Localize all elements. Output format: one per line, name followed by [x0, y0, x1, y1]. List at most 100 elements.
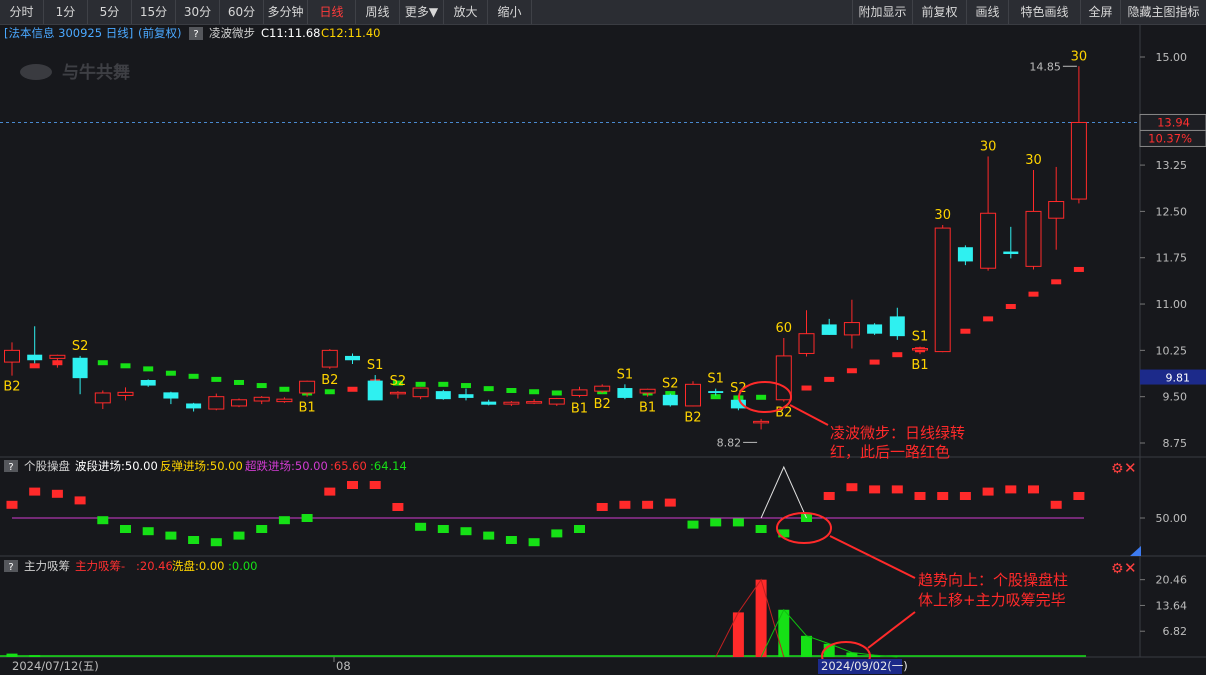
pane2-bar — [869, 485, 881, 494]
pane2-bar — [619, 500, 631, 509]
time-axis-start: 2024/07/12(五) — [12, 659, 99, 673]
pane2-bar — [664, 498, 676, 507]
pane2-gear-icon[interactable]: ⚙ — [1111, 461, 1124, 477]
pane3-bar — [29, 655, 41, 657]
stock-title: [法本信息 300925 日线] — [4, 26, 133, 40]
annotation-lower-line1: 趋势向上：个股操盘柱 — [918, 571, 1068, 589]
candle-body — [186, 403, 202, 409]
pane2-bar — [233, 531, 245, 540]
candle-body — [912, 348, 928, 351]
candle-body — [843, 322, 860, 336]
candle-body — [867, 324, 883, 334]
pane2-bar — [74, 496, 86, 505]
pane2-bar — [710, 518, 722, 527]
candle-body — [708, 391, 724, 393]
pane2-axis-label: 50.00 — [1156, 512, 1188, 525]
signal-dot — [846, 368, 857, 374]
signal-dot — [983, 316, 994, 322]
signal-label: S2 — [390, 374, 407, 389]
period-button-8[interactable]: 周线 — [356, 0, 400, 24]
candle-body — [253, 396, 270, 402]
pane3-close-icon[interactable]: ✕ — [1124, 559, 1137, 577]
pane2-bar — [324, 487, 336, 496]
low-price-label: 9.81 — [1166, 372, 1191, 385]
candle-body — [526, 401, 543, 404]
signal-dot — [483, 386, 494, 392]
candle-body — [617, 388, 633, 398]
pane3-gear-icon[interactable]: ⚙ — [1111, 561, 1124, 577]
candle-body — [299, 380, 316, 394]
signal-dot — [1005, 304, 1016, 310]
signal-dot — [256, 383, 267, 389]
candle-body — [685, 383, 701, 407]
period-button-5[interactable]: 60分 — [220, 0, 264, 24]
pane2-bar — [97, 516, 109, 525]
candle-body — [957, 247, 973, 262]
pane3-axis-label: 13.64 — [1156, 599, 1188, 612]
pane3-label-2: 洗盘:0.00 — [172, 559, 224, 573]
period-button-1[interactable]: 1分 — [44, 0, 88, 24]
pane2-bar — [596, 503, 608, 511]
signal-dot — [143, 366, 154, 372]
price-tick-label: 15.00 — [1156, 51, 1188, 64]
period-button-10[interactable]: 放大 — [444, 0, 488, 24]
signal-dot — [29, 363, 40, 369]
period-button-6[interactable]: 多分钟 — [264, 0, 308, 24]
pane2-bar — [51, 489, 63, 498]
signal-label: S1 — [617, 367, 634, 382]
signal-label: 60 — [776, 321, 793, 336]
toolbar-right-button-1[interactable]: 前复权 — [912, 0, 966, 24]
toolbar-right-button-3[interactable]: 特色画线 — [1008, 0, 1080, 24]
signal-dot — [1073, 266, 1084, 272]
candle-body — [117, 391, 134, 396]
toolbar-right-button-2[interactable]: 画线 — [966, 0, 1008, 24]
period-button-0[interactable]: 分时 — [0, 0, 44, 24]
signal-dot — [324, 389, 335, 395]
pane2-bar — [846, 483, 858, 492]
pane2-value-2: :64.14 — [370, 459, 407, 473]
pane2-bar — [347, 481, 358, 489]
signal-label: 30 — [934, 208, 951, 223]
pane2-bar — [392, 503, 404, 511]
period-button-11[interactable]: 缩小 — [488, 0, 532, 24]
candle-body — [1025, 210, 1042, 267]
signal-dot — [165, 370, 176, 376]
signal-dot — [1028, 291, 1039, 297]
pane2-bar — [301, 514, 313, 522]
pane2-bar — [982, 487, 994, 496]
period-button-9[interactable]: 更多▼ — [400, 0, 444, 24]
pane2-bar — [1050, 500, 1062, 509]
pane3-help-glyph: ? — [8, 562, 13, 573]
pane2-bar — [574, 525, 585, 533]
signal-dot — [97, 360, 108, 366]
signal-label: S1 — [912, 330, 929, 345]
time-axis-mid: 08 — [336, 659, 351, 673]
toolbar-right-button-5[interactable]: 隐藏主图指标 — [1120, 0, 1206, 24]
period-button-4[interactable]: 30分 — [176, 0, 220, 24]
pane2-bar — [937, 492, 949, 500]
pane2-close-icon[interactable]: ✕ — [1124, 459, 1137, 477]
candle-body — [276, 398, 293, 403]
pane2-bar — [687, 520, 699, 529]
toolbar-right-button-4[interactable]: 全屏 — [1080, 0, 1120, 24]
pane2-bar — [528, 538, 540, 547]
toolbar-right-button-0[interactable]: 附加显示 — [852, 0, 912, 24]
indicator-c11: C11:11.68 — [261, 26, 320, 40]
candle-body — [775, 355, 792, 401]
pane3-bar — [801, 635, 812, 657]
annotation-main-line1: 凌波微步：日线绿转 — [830, 424, 965, 442]
pane2-bar — [914, 492, 926, 500]
signal-label: 30 — [1025, 153, 1042, 168]
pane2-bar — [1028, 485, 1039, 494]
pane2-label-1: 波段进场:50.00 — [75, 459, 158, 473]
indicator-name: 凌波微步 — [209, 26, 255, 40]
signal-label: 30 — [1071, 49, 1088, 64]
current-price: 13.94 — [1157, 115, 1190, 129]
period-button-3[interactable]: 15分 — [132, 0, 176, 24]
period-button-2[interactable]: 5分 — [88, 0, 132, 24]
price-tick-label: 12.50 — [1156, 205, 1188, 218]
adjust-mode: (前复权) — [138, 26, 181, 40]
signal-label: S1 — [367, 358, 384, 373]
period-button-7[interactable]: 日线 — [308, 0, 356, 24]
candle-body — [571, 389, 588, 396]
